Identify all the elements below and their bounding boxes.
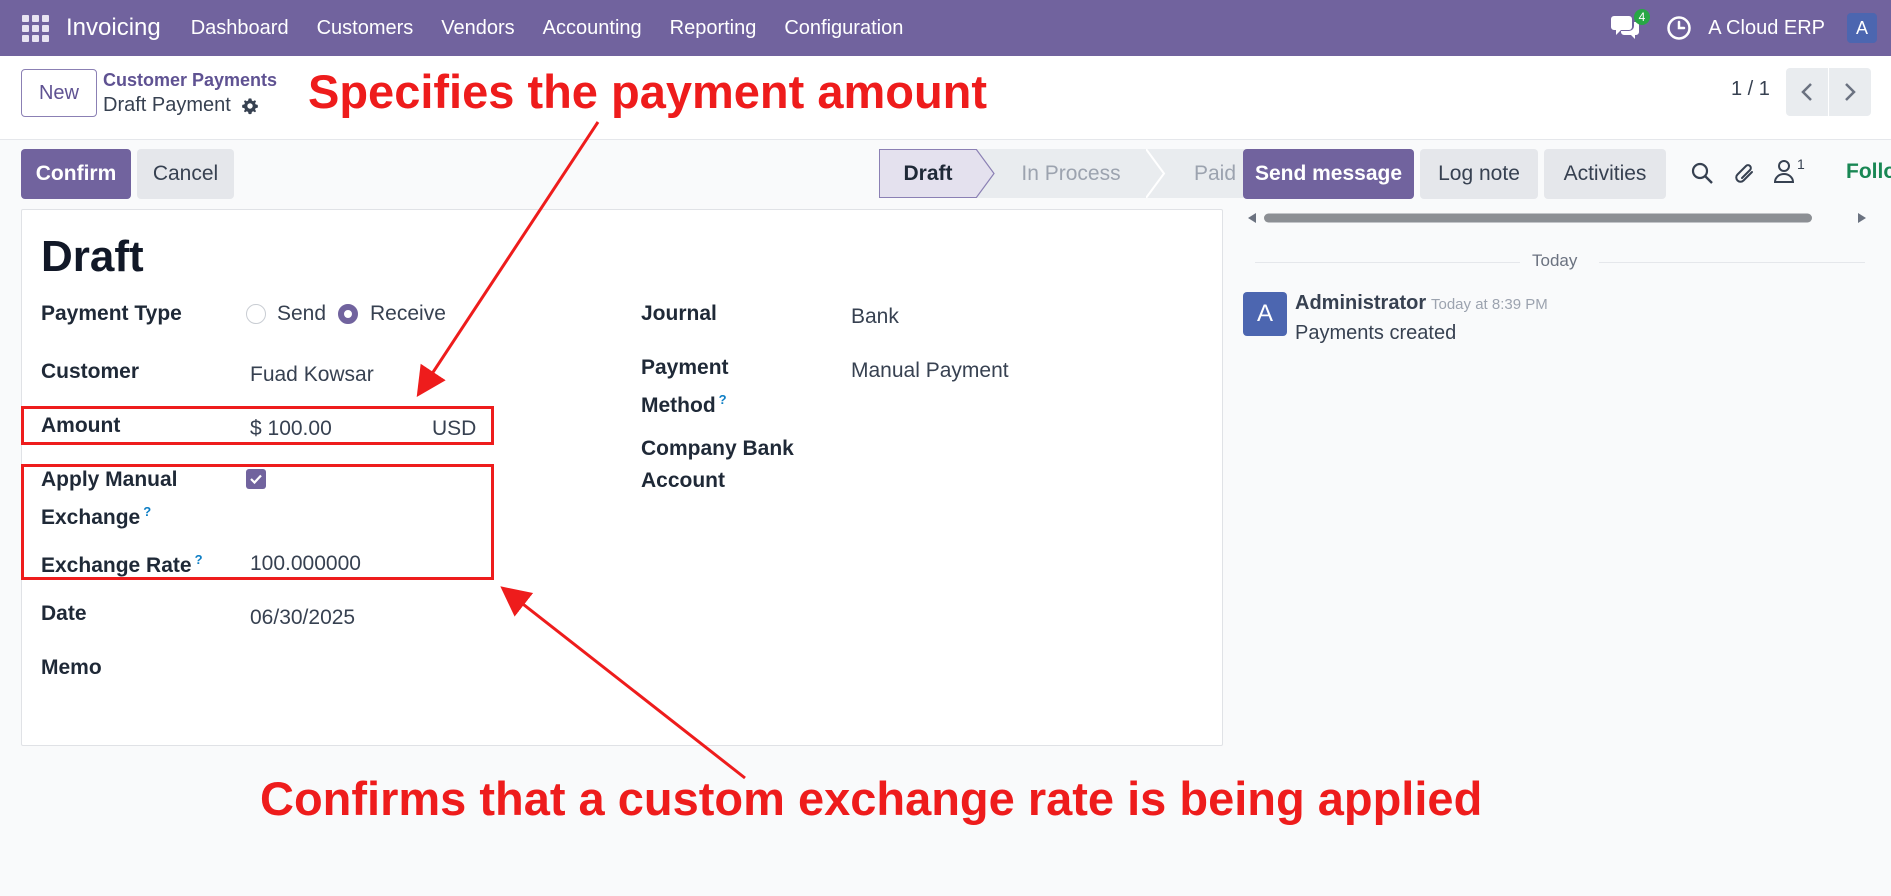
message-author[interactable]: Administrator: [1295, 292, 1426, 315]
follow-button[interactable]: Follow: [1846, 160, 1891, 184]
date-divider-left: [1255, 262, 1520, 263]
log-note-button[interactable]: Log note: [1420, 149, 1538, 199]
followers-button[interactable]: 1: [1773, 156, 1805, 189]
message-timestamp: Today at 8:39 PM: [1431, 296, 1548, 313]
date-separator: Today: [1532, 251, 1578, 270]
message-body: Payments created: [1295, 322, 1457, 344]
search-icon[interactable]: [1690, 161, 1714, 185]
scroll-left-arrow-icon[interactable]: [1248, 213, 1256, 223]
followers-count: 1: [1797, 156, 1805, 172]
date-divider-right: [1599, 262, 1865, 263]
arrow-to-exchange: [500, 586, 746, 780]
chatter-scrollbar[interactable]: [1245, 209, 1869, 227]
send-message-button[interactable]: Send message: [1243, 149, 1414, 199]
scroll-thumb[interactable]: [1264, 213, 1812, 223]
message-author-avatar[interactable]: A: [1243, 292, 1287, 336]
annotation-arrows: [416, 121, 746, 780]
paperclip-icon[interactable]: [1733, 161, 1757, 187]
follower-person-icon: [1773, 160, 1795, 183]
scroll-right-arrow-icon[interactable]: [1858, 213, 1866, 223]
activities-button[interactable]: Activities: [1544, 149, 1666, 199]
arrow-to-amount: [416, 121, 600, 398]
